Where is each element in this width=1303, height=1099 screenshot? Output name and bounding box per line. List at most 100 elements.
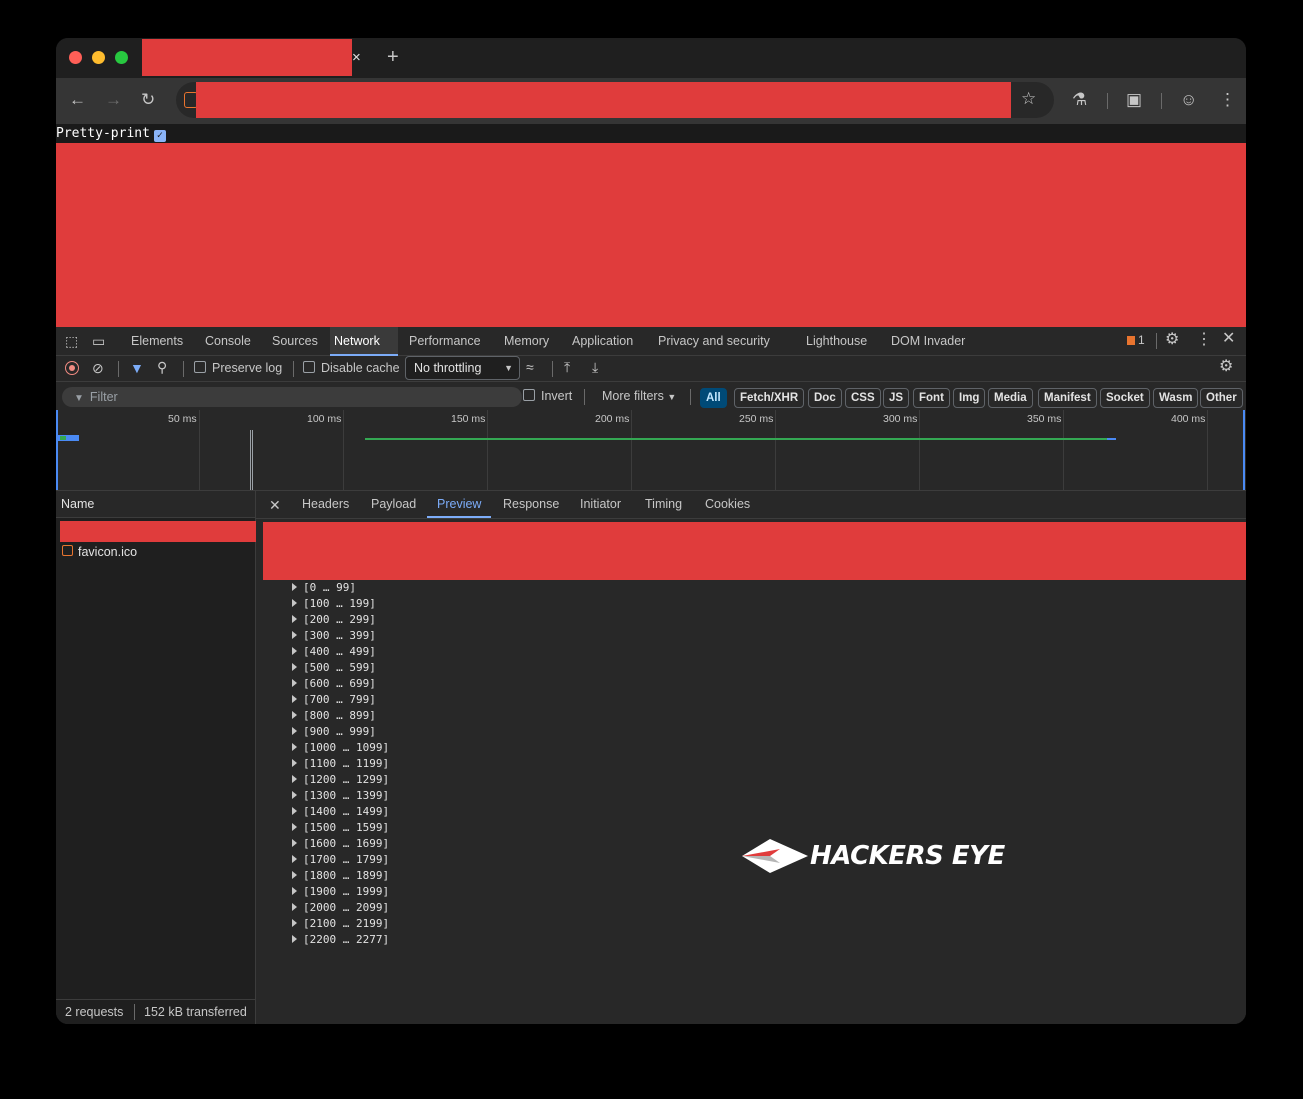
expand-triangle-icon[interactable] [292, 887, 297, 895]
name-column-header[interactable]: Name [56, 491, 255, 518]
expand-triangle-icon[interactable] [292, 727, 297, 735]
network-conditions-icon[interactable]: ≈ [526, 359, 534, 375]
expand-triangle-icon[interactable] [292, 791, 297, 799]
preview-range-row[interactable]: [600 … 699] [292, 676, 376, 692]
maximize-window-button[interactable] [115, 51, 128, 64]
network-overview-timeline[interactable]: 50 ms 100 ms 150 ms 200 ms 250 ms 300 ms… [56, 410, 1246, 491]
expand-triangle-icon[interactable] [292, 855, 297, 863]
more-filters-dropdown[interactable]: More filters ▼ [602, 389, 676, 403]
tab-lighthouse[interactable]: Lighthouse [802, 327, 871, 355]
tab-headers[interactable]: Headers [302, 491, 349, 518]
expand-triangle-icon[interactable] [292, 583, 297, 591]
tab-performance[interactable]: Performance [405, 327, 485, 355]
preview-range-row[interactable]: [2200 … 2277] [292, 932, 389, 948]
preview-range-row[interactable]: [200 … 299] [292, 612, 376, 628]
preview-range-row[interactable]: [2000 … 2099] [292, 900, 389, 916]
export-har-icon[interactable]: ⤓ [592, 359, 598, 375]
expand-triangle-icon[interactable] [292, 871, 297, 879]
expand-triangle-icon[interactable] [292, 903, 297, 911]
preview-range-row[interactable]: [800 … 899] [292, 708, 376, 724]
filter-funnel-icon[interactable]: ▼ [130, 360, 144, 376]
reload-icon[interactable]: ↻ [141, 90, 155, 110]
expand-triangle-icon[interactable] [292, 935, 297, 943]
expand-triangle-icon[interactable] [292, 695, 297, 703]
expand-triangle-icon[interactable] [292, 599, 297, 607]
preview-range-row[interactable]: [1400 … 1499] [292, 804, 389, 820]
type-filter-fetch-xhr[interactable]: Fetch/XHR [734, 388, 805, 408]
tab-initiator[interactable]: Initiator [580, 491, 621, 518]
tab-sources[interactable]: Sources [268, 327, 322, 355]
minimize-window-button[interactable] [92, 51, 105, 64]
type-filter-img[interactable]: Img [953, 388, 986, 408]
import-har-icon[interactable]: ⤒ [564, 359, 570, 375]
search-icon[interactable]: ⚲ [157, 359, 167, 375]
request-row-redacted[interactable] [60, 521, 256, 542]
expand-triangle-icon[interactable] [292, 663, 297, 671]
preview-range-row[interactable]: [1600 … 1699] [292, 836, 389, 852]
preview-range-row[interactable]: [700 … 799] [292, 692, 376, 708]
devtools-settings-gear-icon[interactable]: ⚙ [1165, 332, 1179, 348]
tab-privacy-security[interactable]: Privacy and security [654, 327, 774, 355]
disable-cache-checkbox[interactable]: Disable cache [303, 361, 400, 375]
address-bar[interactable]: ☆ [176, 82, 1054, 118]
type-filter-other[interactable]: Other [1200, 388, 1243, 408]
clear-icon[interactable]: ⊘ [92, 360, 104, 376]
inspect-element-icon[interactable]: ⬚ [65, 333, 78, 349]
tab-preview[interactable]: Preview [426, 491, 493, 518]
filter-input[interactable]: ▼ Filter [62, 387, 522, 407]
extensions-icon[interactable]: ⚗ [1072, 90, 1087, 110]
tab-dom-invader[interactable]: DOM Invader [887, 327, 969, 355]
devtools-close-icon[interactable]: ✕ [1222, 331, 1235, 347]
expand-triangle-icon[interactable] [292, 631, 297, 639]
tab-response[interactable]: Response [503, 491, 559, 518]
tab-application[interactable]: Application [568, 327, 637, 355]
expand-triangle-icon[interactable] [292, 647, 297, 655]
type-filter-font[interactable]: Font [913, 388, 950, 408]
preview-range-row[interactable]: [1800 … 1899] [292, 868, 389, 884]
preview-range-row[interactable]: [1300 … 1399] [292, 788, 389, 804]
preview-range-row[interactable]: [300 … 399] [292, 628, 376, 644]
preview-range-row[interactable]: [2100 … 2199] [292, 916, 389, 932]
tab-network[interactable]: Network [330, 327, 398, 356]
network-settings-gear-icon[interactable]: ⚙ [1219, 359, 1233, 375]
preview-range-row[interactable]: [1000 … 1099] [292, 740, 389, 756]
tab-payload[interactable]: Payload [371, 491, 416, 518]
expand-triangle-icon[interactable] [292, 615, 297, 623]
expand-triangle-icon[interactable] [292, 759, 297, 767]
expand-triangle-icon[interactable] [292, 823, 297, 831]
request-row-favicon[interactable]: favicon.ico [62, 544, 137, 560]
device-toolbar-icon[interactable]: ▭ [92, 333, 105, 349]
close-detail-icon[interactable]: ✕ [269, 497, 281, 513]
close-window-button[interactable] [69, 51, 82, 64]
preview-range-row[interactable]: [0 … 99] [292, 580, 356, 596]
expand-triangle-icon[interactable] [292, 743, 297, 751]
type-filter-wasm[interactable]: Wasm [1153, 388, 1199, 408]
type-filter-js[interactable]: JS [883, 388, 910, 408]
devtools-menu-icon[interactable]: ⋮ [1196, 332, 1212, 348]
invert-checkbox[interactable]: Invert [523, 389, 572, 403]
preview-range-row[interactable]: [1700 … 1799] [292, 852, 389, 868]
type-filter-doc[interactable]: Doc [808, 388, 842, 408]
browser-tab-redacted[interactable] [142, 39, 352, 76]
preview-range-row[interactable]: [900 … 999] [292, 724, 376, 740]
expand-triangle-icon[interactable] [292, 775, 297, 783]
expand-triangle-icon[interactable] [292, 807, 297, 815]
record-stop-icon[interactable] [65, 361, 79, 375]
expand-triangle-icon[interactable] [292, 919, 297, 927]
search-tab-icon[interactable]: ▣ [1126, 90, 1142, 110]
throttling-select[interactable]: No throttling ▼ [405, 356, 520, 380]
preserve-log-checkbox[interactable]: Preserve log [194, 361, 282, 375]
forward-arrow-icon[interactable]: → [105, 90, 122, 110]
type-filter-css[interactable]: CSS [845, 388, 881, 408]
tab-cookies[interactable]: Cookies [705, 491, 750, 518]
browser-menu-icon[interactable]: ⋮ [1219, 90, 1236, 110]
issues-badge[interactable]: 1 [1127, 333, 1145, 347]
tab-elements[interactable]: Elements [127, 327, 187, 355]
preview-range-row[interactable]: [1200 … 1299] [292, 772, 389, 788]
preview-range-row[interactable]: [1900 … 1999] [292, 884, 389, 900]
preview-range-row[interactable]: [400 … 499] [292, 644, 376, 660]
pretty-print-checkbox[interactable]: ✓ [153, 130, 166, 142]
preview-range-row[interactable]: [100 … 199] [292, 596, 376, 612]
expand-triangle-icon[interactable] [292, 711, 297, 719]
profile-icon[interactable]: ☺ [1180, 90, 1197, 110]
